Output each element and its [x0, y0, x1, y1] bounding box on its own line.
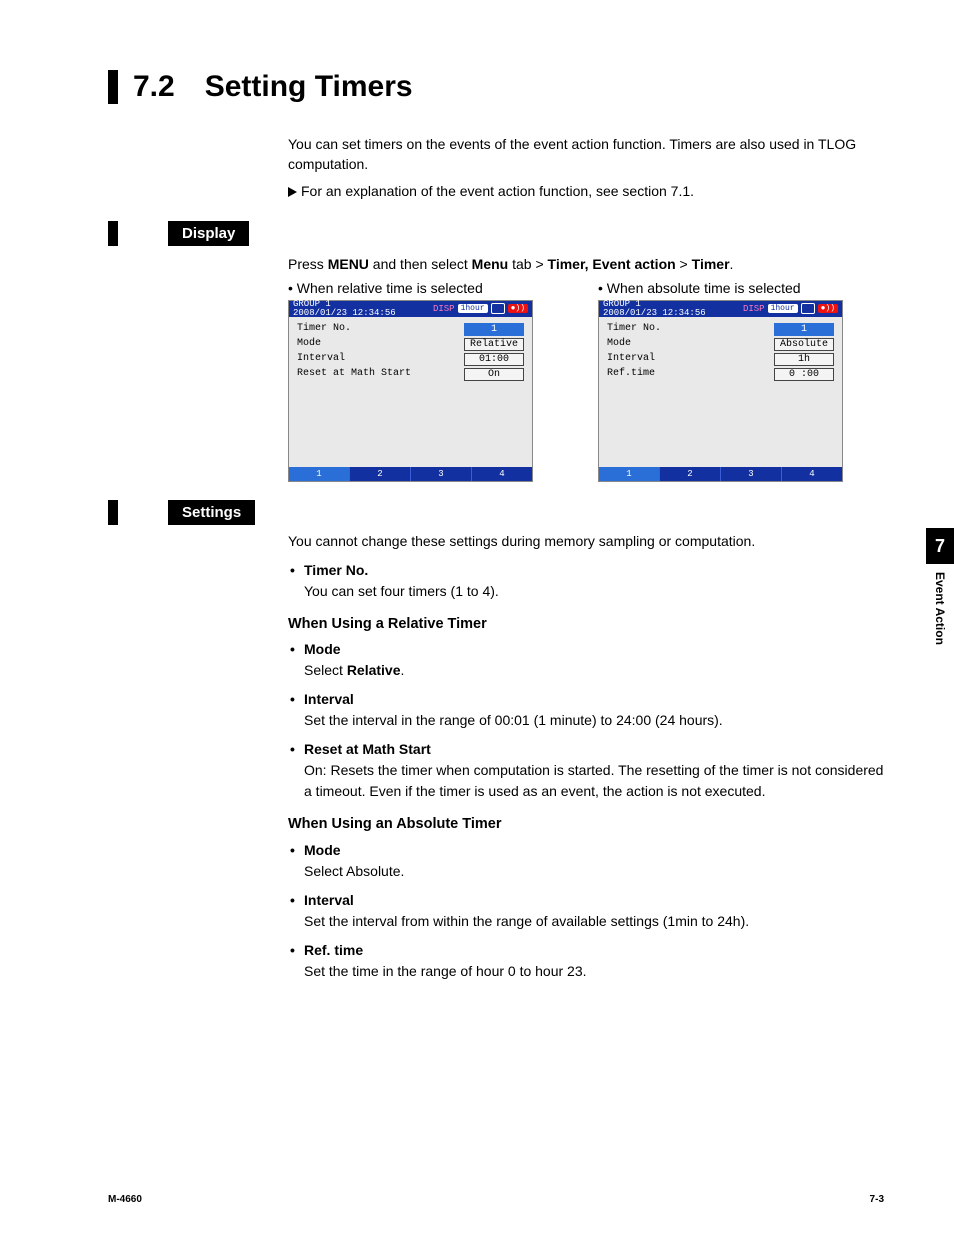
lcd-screenshot-relative: GROUP 1 2008/01/23 12:34:56 DISP 1hour ●…: [288, 300, 533, 482]
menu-path: Press MENU and then select Menu tab > Ti…: [288, 256, 884, 272]
lcd-tab: 1: [289, 467, 350, 481]
item-body: Set the interval from within the range o…: [304, 913, 749, 929]
item-body: Set the time in the range of hour 0 to h…: [304, 963, 587, 979]
lcd-field-label: Interval: [607, 353, 655, 366]
subheading-bar: [108, 500, 118, 525]
menu-tab-label: Menu: [472, 256, 509, 272]
section-heading: 7.2 Setting Timers: [108, 70, 884, 104]
list-item: Interval Set the interval in the range o…: [288, 689, 884, 731]
lcd-field-value: Relative: [464, 338, 524, 351]
lcd-field-value: 1: [464, 323, 524, 336]
subheading-bar: [108, 221, 118, 246]
record-icon: ●)): [508, 304, 528, 313]
settings-label: Settings: [168, 500, 255, 525]
lcd-tab: 4: [782, 467, 842, 481]
item-body: On: Resets the timer when computation is…: [304, 762, 883, 799]
list-item: Interval Set the interval from within th…: [288, 890, 884, 932]
item-title: Interval: [304, 691, 354, 707]
lcd-field-label: Reset at Math Start: [297, 368, 411, 381]
chapter-number: 7: [926, 528, 954, 564]
interval-chip: 1hour: [768, 304, 798, 313]
list-item: Mode Select Relative.: [288, 639, 884, 681]
chapter-label: Event Action: [933, 572, 947, 645]
menu-text: >: [676, 256, 692, 272]
lcd-field-label: Mode: [297, 338, 321, 351]
lcd-datetime: 2008/01/23 12:34:56: [293, 308, 396, 318]
page-footer: M-4660 7-3: [108, 1194, 884, 1205]
item-body: You can set four timers (1 to 4).: [304, 583, 499, 599]
section-title: Setting Timers: [205, 70, 413, 104]
menu-button-label: MENU: [328, 256, 369, 272]
menu-item-label: Timer, Event action: [548, 256, 676, 272]
cross-reference-text: For an explanation of the event action f…: [301, 183, 694, 199]
lcd-tab: 1: [599, 467, 660, 481]
lcd-tab: 3: [411, 467, 472, 481]
subsection-heading: When Using a Relative Timer: [288, 614, 884, 636]
lcd-field-label: Timer No.: [607, 323, 661, 336]
camera-icon: [801, 303, 815, 314]
menu-text: Press: [288, 256, 328, 272]
lcd-field-label: Interval: [297, 353, 345, 366]
body-text: Select: [304, 662, 347, 678]
disp-icon: DISP: [433, 304, 455, 314]
menu-item-label: Timer: [692, 256, 730, 272]
list-item: Reset at Math Start On: Resets the timer…: [288, 739, 884, 802]
screenshot-caption-absolute: • When absolute time is selected: [598, 280, 884, 296]
footer-right: 7-3: [870, 1194, 884, 1205]
lcd-field-value: 1: [774, 323, 834, 336]
body-text: .: [401, 662, 405, 678]
cross-reference: For an explanation of the event action f…: [288, 183, 884, 199]
item-title: Mode: [304, 842, 341, 858]
disp-icon: DISP: [743, 304, 765, 314]
intro-paragraph: You can set timers on the events of the …: [288, 134, 884, 175]
lcd-datetime: 2008/01/23 12:34:56: [603, 308, 706, 318]
footer-left: M-4660: [108, 1194, 142, 1205]
item-body: Set the interval in the range of 00:01 (…: [304, 712, 723, 728]
record-icon: ●)): [818, 304, 838, 313]
item-title: Mode: [304, 641, 341, 657]
subsection-heading: When Using an Absolute Timer: [288, 814, 884, 836]
lcd-field-value: Absolute: [774, 338, 834, 351]
lcd-field-value: 0 :00: [774, 368, 834, 381]
item-body: Select Relative.: [304, 662, 404, 678]
section-number: 7.2: [133, 70, 175, 104]
lcd-field-value: 1h: [774, 353, 834, 366]
lcd-tab: 3: [721, 467, 782, 481]
menu-text: .: [730, 256, 734, 272]
triangle-icon: [288, 187, 297, 197]
menu-text: and then select: [369, 256, 472, 272]
display-label: Display: [168, 221, 249, 246]
lcd-field-label: Ref.time: [607, 368, 655, 381]
list-item: Ref. time Set the time in the range of h…: [288, 940, 884, 982]
lcd-field-value: 01:00: [464, 353, 524, 366]
interval-chip: 1hour: [458, 304, 488, 313]
heading-bar: [108, 70, 118, 104]
screenshot-caption-relative: • When relative time is selected: [288, 280, 574, 296]
lcd-field-label: Mode: [607, 338, 631, 351]
list-item: Mode Select Absolute.: [288, 840, 884, 882]
item-title: Reset at Math Start: [304, 741, 431, 757]
lcd-tab: 2: [660, 467, 721, 481]
item-title: Timer No.: [304, 562, 368, 578]
item-title: Ref. time: [304, 942, 363, 958]
lcd-tab: 2: [350, 467, 411, 481]
lcd-tab: 4: [472, 467, 532, 481]
lcd-field-value: On: [464, 368, 524, 381]
settings-subheading: Settings: [108, 500, 884, 525]
list-item: Timer No. You can set four timers (1 to …: [288, 560, 884, 602]
camera-icon: [491, 303, 505, 314]
menu-text: tab >: [508, 256, 547, 272]
display-subheading: Display: [108, 221, 884, 246]
settings-lead: You cannot change these settings during …: [288, 531, 884, 552]
item-body: Select Absolute.: [304, 863, 404, 879]
item-title: Interval: [304, 892, 354, 908]
body-bold: Relative: [347, 662, 401, 678]
lcd-screenshot-absolute: GROUP 1 2008/01/23 12:34:56 DISP 1hour ●…: [598, 300, 843, 482]
lcd-field-label: Timer No.: [297, 323, 351, 336]
side-tab: 7 Event Action: [926, 528, 954, 645]
